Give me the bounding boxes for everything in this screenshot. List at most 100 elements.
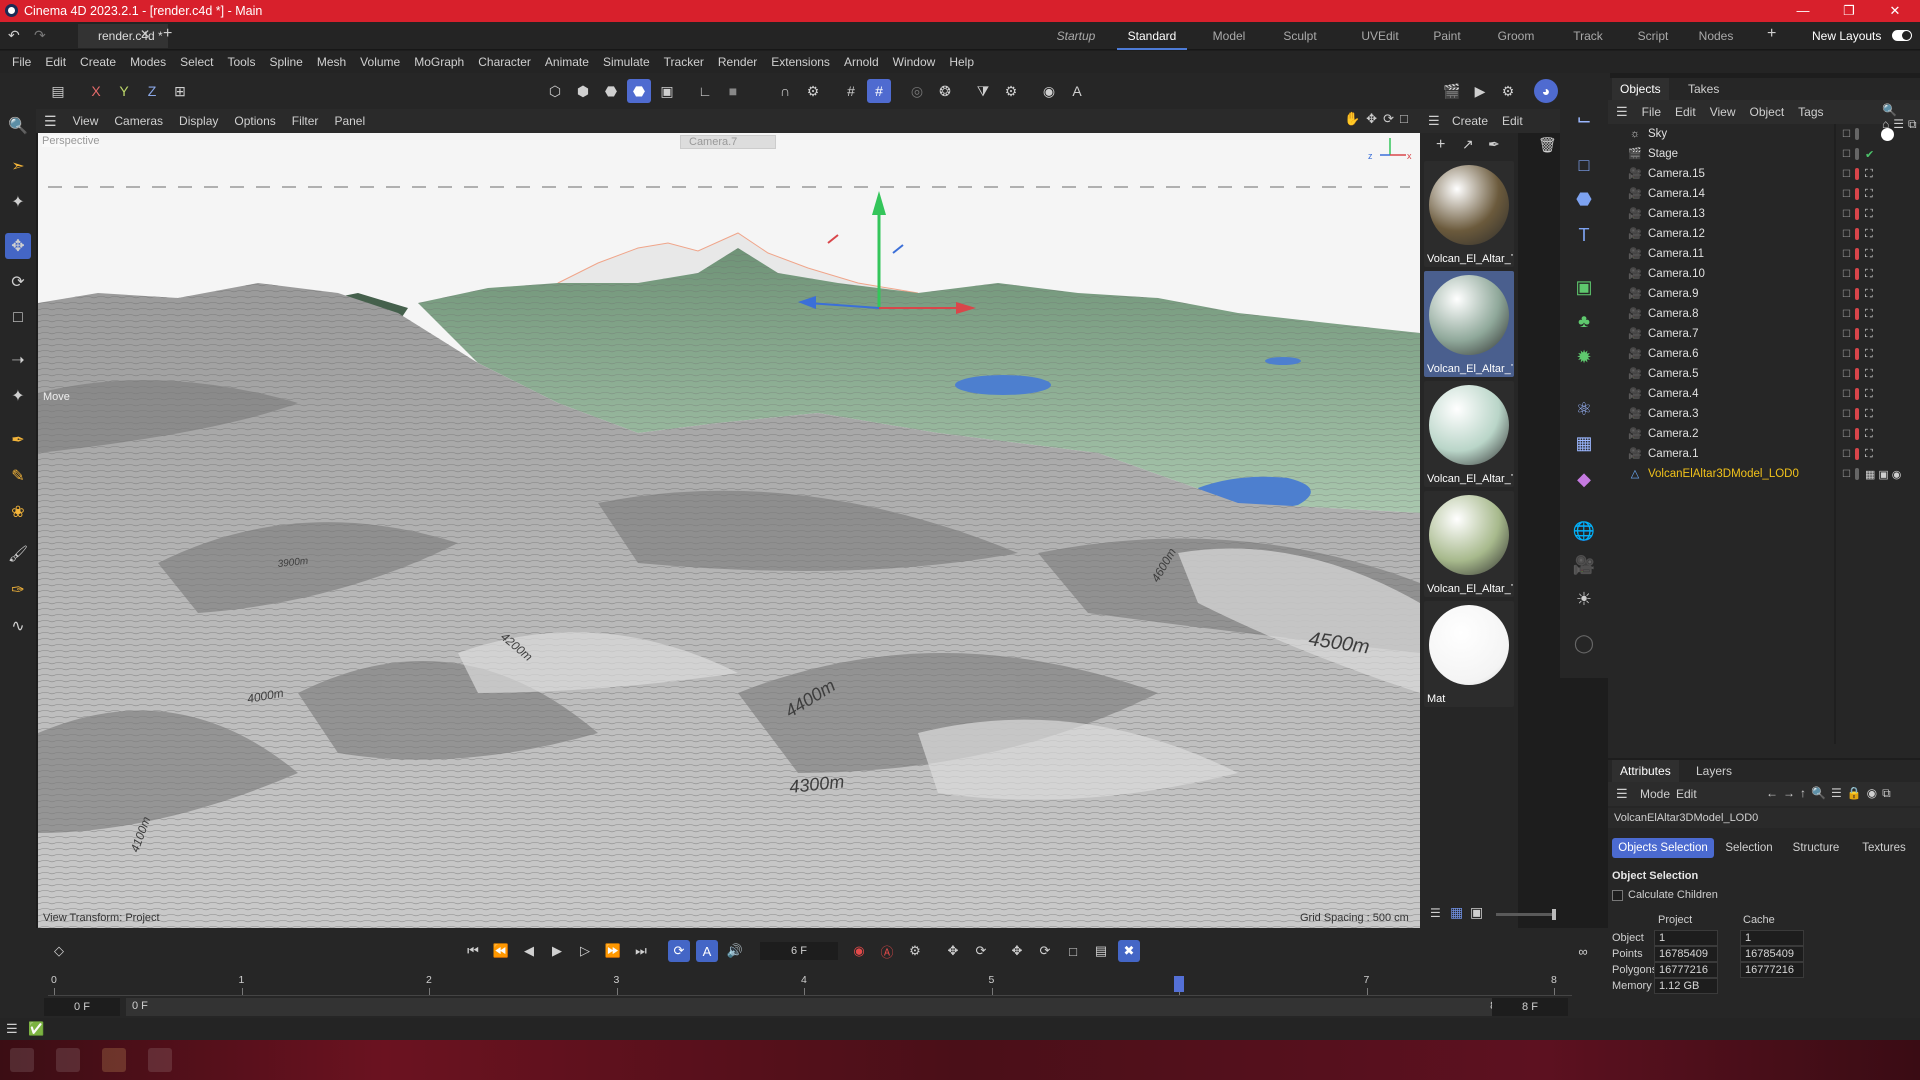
selection-tool-icon[interactable]: ➣ (5, 153, 31, 179)
material-tags-icon[interactable]: ▦▣◉ (1865, 468, 1904, 481)
camera-target-tag-icon[interactable]: ⛶ (1865, 328, 1873, 341)
arnold-icon[interactable]: A (1065, 79, 1089, 103)
viewport-hamburger-icon[interactable]: ☰ (44, 113, 57, 130)
object-visibility-controls[interactable]: ☐ ⛶ (1842, 384, 1873, 404)
status-menu-icon[interactable]: ☰ (6, 1021, 18, 1037)
viewport-menu-view[interactable]: View (73, 114, 99, 128)
btn-textures[interactable]: Textures (1852, 838, 1916, 858)
x-axis-lock-button[interactable]: X (84, 79, 108, 103)
menu-tools[interactable]: Tools (227, 55, 255, 69)
camera-target-tag-icon[interactable]: ⛶ (1865, 388, 1873, 401)
menu-select[interactable]: Select (180, 55, 213, 69)
generator-icon[interactable]: ▣ (1569, 272, 1599, 302)
tab-layers[interactable]: Layers (1688, 760, 1740, 782)
symmetry-settings-icon[interactable]: ⚙ (999, 79, 1023, 103)
grid-icon[interactable]: # (839, 79, 863, 103)
pla-key-icon[interactable]: □ (1062, 940, 1084, 962)
camera-target-tag-icon[interactable]: ⛶ (1865, 168, 1873, 181)
material-hamburger-icon[interactable]: ☰ (1428, 113, 1440, 129)
environment-icon[interactable]: 🌐 (1569, 516, 1599, 546)
document-tab[interactable]: render.c4d * (78, 24, 168, 48)
redo-icon[interactable]: ↷ (34, 27, 46, 44)
visibility-dots-icon[interactable] (1854, 228, 1859, 240)
layout-tab-script[interactable]: Script (1627, 22, 1679, 50)
am-hamburger-icon[interactable]: ☰ (1616, 786, 1628, 802)
object-visibility-controls[interactable]: ☐ ⛶ (1842, 204, 1873, 224)
tab-takes[interactable]: Takes (1680, 78, 1727, 100)
link-icon[interactable]: ↗ (1462, 136, 1474, 153)
rotate-tool-icon[interactable]: ⟳ (5, 269, 31, 295)
edit-check-icon[interactable]: ☐ (1842, 249, 1851, 260)
object-row-camera[interactable]: 🎥 Camera.12 (1612, 224, 1838, 244)
object-visibility-controls[interactable]: ☐ ⛶ (1842, 244, 1873, 264)
render-view-icon[interactable]: 🎬 (1440, 79, 1464, 103)
paint-brush-icon[interactable]: 🖌 (5, 541, 31, 567)
taskbar-app-icon-1[interactable] (10, 1048, 34, 1072)
object-visibility-controls[interactable]: ☐ ⛶ (1842, 364, 1873, 384)
visibility-dots-icon[interactable] (1854, 168, 1859, 180)
cloner-icon[interactable]: ♣ (1569, 306, 1599, 336)
visibility-dots-icon[interactable] (1854, 368, 1859, 380)
coordinate-system-icon[interactable]: ⊞ (168, 79, 192, 103)
edit-render-settings-icon[interactable]: ⚙ (1496, 79, 1520, 103)
field-icon[interactable]: ▦ (1569, 428, 1599, 458)
menu-animate[interactable]: Animate (545, 55, 589, 69)
menu-volume[interactable]: Volume (360, 55, 400, 69)
sky-texture-tag-icon[interactable] (1880, 127, 1894, 141)
model-mode-icon[interactable]: ⬣ (627, 79, 651, 103)
object-row-camera[interactable]: 🎥 Camera.3 (1612, 404, 1838, 424)
camera-selector[interactable]: Camera.7 (680, 135, 776, 149)
interactive-render-icon[interactable]: ❂ (933, 79, 957, 103)
camera-target-tag-icon[interactable]: ⛶ (1865, 228, 1873, 241)
menu-simulate[interactable]: Simulate (603, 55, 650, 69)
menu-tracker[interactable]: Tracker (664, 55, 704, 69)
add-tab-icon[interactable]: + (163, 25, 172, 43)
polygons-mode-icon[interactable]: ⬣ (599, 79, 623, 103)
object-visibility-controls[interactable]: ☐ (1842, 124, 1894, 144)
next-key-icon[interactable]: ⏩ (602, 940, 624, 962)
menu-mograph[interactable]: MoGraph (414, 55, 464, 69)
status-check-icon[interactable]: ✅ (28, 1021, 44, 1037)
visibility-dots-icon[interactable] (1854, 348, 1859, 360)
maximize-icon[interactable]: ❐ (1826, 0, 1872, 22)
sketch-tool-icon[interactable]: ✎ (5, 463, 31, 489)
edit-check-icon[interactable]: ☐ (1842, 129, 1851, 140)
edit-check-icon[interactable]: ☐ (1842, 289, 1851, 300)
minimize-icon[interactable]: — (1780, 0, 1826, 22)
visibility-dots-icon[interactable] (1854, 448, 1859, 460)
play-icon[interactable]: ▶ (546, 940, 568, 962)
magnet-tool-icon[interactable]: ∿ (5, 613, 31, 639)
menu-arnold[interactable]: Arnold (844, 55, 879, 69)
viewport-nav-icons[interactable]: ✋✥⟳□ (1344, 111, 1414, 127)
deformer-icon[interactable]: ⚛ (1569, 394, 1599, 424)
edit-check-icon[interactable]: ☐ (1842, 309, 1851, 320)
object-row-stage[interactable]: 🎬 Stage (1612, 144, 1838, 164)
object-visibility-controls[interactable]: ☐ ⛶ (1842, 324, 1873, 344)
taskbar-app-icon-4[interactable] (148, 1048, 172, 1072)
zoom-icon[interactable]: 🔍 (5, 113, 31, 139)
layout-tab-paint[interactable]: Paint (1424, 22, 1470, 50)
camera-target-tag-icon[interactable]: ⛶ (1865, 248, 1873, 261)
object-visibility-controls[interactable]: ☐ ⛶ (1842, 184, 1873, 204)
object-row-camera[interactable]: 🎥 Camera.10 (1612, 264, 1838, 284)
object-visibility-controls[interactable]: ☐ ⛶ (1842, 404, 1873, 424)
layout-tab-standard[interactable]: Standard (1117, 22, 1187, 50)
points-mode-icon[interactable]: ⬡ (543, 79, 567, 103)
loop-icon[interactable]: ⟳ (668, 940, 690, 962)
visibility-dots-icon[interactable] (1854, 468, 1859, 480)
object-row-volcanelaltar3dmodel_lod0[interactable]: △ VolcanElAltar3DModel_LOD0 (1612, 464, 1838, 484)
autokey-icon[interactable]: Ⓐ (876, 940, 898, 962)
object-row-camera[interactable]: 🎥 Camera.4 (1612, 384, 1838, 404)
om-menu-view[interactable]: View (1710, 105, 1736, 119)
object-row-sky[interactable]: ☼ Sky (1612, 124, 1838, 144)
y-axis-lock-button[interactable]: Y (112, 79, 136, 103)
key-settings-icon[interactable]: ▤ (1090, 940, 1112, 962)
primitive-cube-icon[interactable]: ⬣ (1569, 184, 1599, 214)
edit-check-icon[interactable]: ☐ (1842, 169, 1851, 180)
workplane-icon[interactable]: # (867, 79, 891, 103)
solo-icon[interactable]: ■ (721, 79, 745, 103)
attr-nav-icons[interactable]: ←→↑🔍☰🔒◉⧉ (1766, 786, 1896, 801)
add-material-icon[interactable]: + (1436, 136, 1445, 154)
interpolation-icon[interactable]: ✖ (1118, 940, 1140, 962)
object-row-camera[interactable]: 🎥 Camera.14 (1612, 184, 1838, 204)
